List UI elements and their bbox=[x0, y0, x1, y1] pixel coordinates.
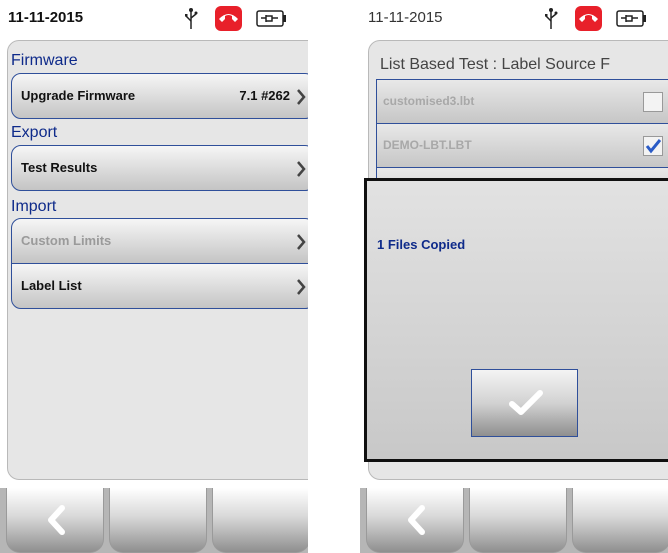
battery-icon bbox=[616, 10, 646, 27]
test-results-button[interactable]: Test Results bbox=[11, 145, 308, 191]
label-list-button[interactable]: Label List bbox=[11, 263, 308, 309]
file-name: DEMO-LBT.LBT bbox=[383, 138, 472, 152]
chevron-right-icon bbox=[297, 161, 306, 177]
file-checkbox[interactable] bbox=[643, 92, 663, 112]
checkmark-icon bbox=[645, 139, 661, 154]
back-softkey[interactable] bbox=[6, 488, 104, 553]
battery-icon bbox=[256, 10, 286, 27]
back-softkey[interactable] bbox=[366, 488, 464, 553]
phone-icon[interactable] bbox=[575, 6, 602, 31]
checkmark-icon bbox=[509, 390, 543, 415]
status-date: 11-11-2015 bbox=[368, 9, 443, 26]
ok-button[interactable] bbox=[471, 369, 578, 437]
softkey-3[interactable] bbox=[572, 488, 668, 553]
chevron-right-icon bbox=[297, 89, 306, 105]
upgrade-firmware-button[interactable]: Upgrade Firmware 7.1 #262 bbox=[11, 73, 308, 119]
softkey-2[interactable] bbox=[109, 488, 207, 553]
export-section-header: Export bbox=[11, 124, 58, 141]
status-bar: 11-11-2015 bbox=[360, 0, 668, 38]
phone-icon[interactable] bbox=[215, 6, 242, 31]
file-row[interactable]: DEMO-LBT.LBT bbox=[376, 123, 668, 168]
softkey-3[interactable] bbox=[212, 488, 308, 553]
file-name: customised3.lbt bbox=[383, 94, 475, 108]
import-section-header: Import bbox=[11, 198, 57, 215]
firmware-version: 7.1 #262 bbox=[239, 88, 290, 103]
custom-limits-label: Custom Limits bbox=[21, 233, 112, 248]
label-list-label: Label List bbox=[21, 278, 82, 293]
dialog-message: 1 Files Copied bbox=[377, 237, 466, 252]
files-copied-dialog: 1 Files Copied bbox=[364, 178, 668, 462]
chevron-right-icon bbox=[297, 234, 306, 250]
usb-icon bbox=[545, 8, 558, 29]
list-title: List Based Test : Label Source F bbox=[380, 56, 611, 73]
chevron-right-icon bbox=[297, 279, 306, 295]
file-row[interactable]: customised3.lbt bbox=[376, 79, 668, 124]
left-screen: 11-11-2015 Firmware Upgrade Firmware 7.1… bbox=[0, 0, 308, 553]
softkey-2[interactable] bbox=[469, 488, 567, 553]
back-arrow-icon bbox=[408, 505, 425, 535]
status-date: 11-11-2015 bbox=[8, 9, 84, 26]
softkey-bar bbox=[0, 488, 308, 553]
upgrade-firmware-label: Upgrade Firmware bbox=[21, 88, 136, 103]
status-bar: 11-11-2015 bbox=[0, 0, 308, 38]
softkey-bar bbox=[360, 488, 668, 553]
firmware-section-header: Firmware bbox=[11, 52, 78, 69]
test-results-label: Test Results bbox=[21, 160, 98, 175]
usb-icon bbox=[185, 8, 198, 29]
back-arrow-icon bbox=[48, 505, 65, 535]
file-checkbox[interactable] bbox=[643, 136, 663, 156]
custom-limits-button: Custom Limits bbox=[11, 218, 308, 264]
